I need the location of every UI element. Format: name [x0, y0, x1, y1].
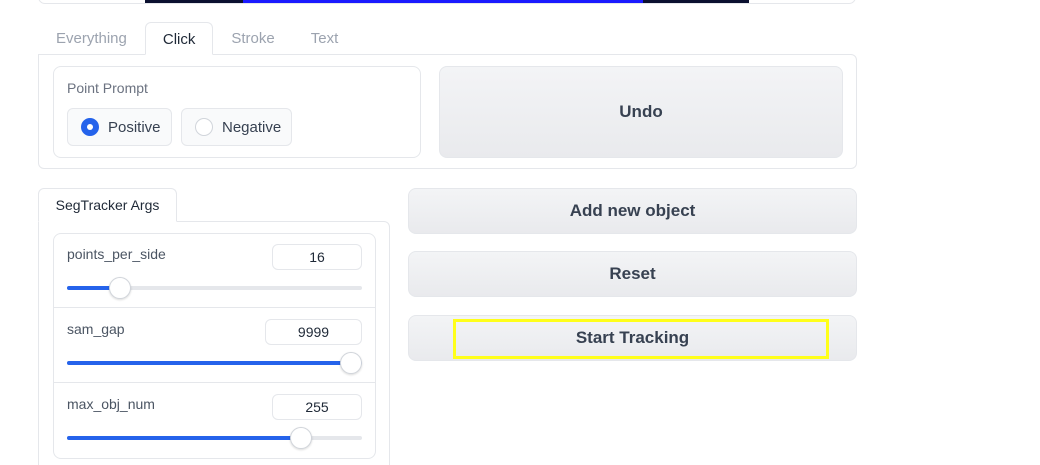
start-tracking-button[interactable]: Start Tracking	[408, 315, 857, 361]
radio-checked-icon	[81, 118, 99, 136]
radio-positive[interactable]: Positive	[67, 108, 172, 146]
max-obj-num-input[interactable]: 255	[272, 394, 362, 420]
video-preview-content	[243, 0, 643, 3]
prompt-mode-tabs: Everything Click Stroke Text	[38, 22, 356, 55]
max-obj-num-track[interactable]	[67, 436, 362, 440]
tab-text[interactable]: Text	[293, 22, 357, 55]
sam-gap-thumb[interactable]	[340, 352, 362, 374]
radio-negative[interactable]: Negative	[181, 108, 292, 146]
divider	[54, 307, 375, 308]
points-per-side-label: points_per_side	[67, 246, 166, 262]
add-new-object-button[interactable]: Add new object	[408, 188, 857, 234]
undo-button[interactable]: Undo	[439, 66, 843, 158]
max-obj-num-fill	[67, 436, 302, 440]
point-prompt-label: Point Prompt	[67, 80, 148, 96]
sam-gap-track[interactable]	[67, 361, 362, 365]
reset-button[interactable]: Reset	[408, 251, 857, 297]
sam-gap-label: sam_gap	[67, 321, 125, 337]
sam-gap-fill	[67, 361, 362, 365]
radio-unchecked-icon	[195, 118, 213, 136]
max-obj-num-label: max_obj_num	[67, 396, 155, 412]
tab-stroke[interactable]: Stroke	[213, 22, 292, 55]
radio-positive-label: Positive	[108, 118, 161, 136]
sam-gap-input[interactable]: 9999	[265, 319, 362, 345]
points-per-side-input[interactable]: 16	[272, 244, 362, 270]
points-per-side-thumb[interactable]	[108, 277, 131, 299]
video-preview	[145, 0, 749, 3]
divider	[54, 382, 375, 383]
radio-negative-label: Negative	[222, 118, 282, 136]
tab-click[interactable]: Click	[144, 22, 214, 55]
tab-segtracker-args[interactable]: SegTracker Args	[38, 188, 177, 222]
tab-everything[interactable]: Everything	[38, 22, 145, 55]
